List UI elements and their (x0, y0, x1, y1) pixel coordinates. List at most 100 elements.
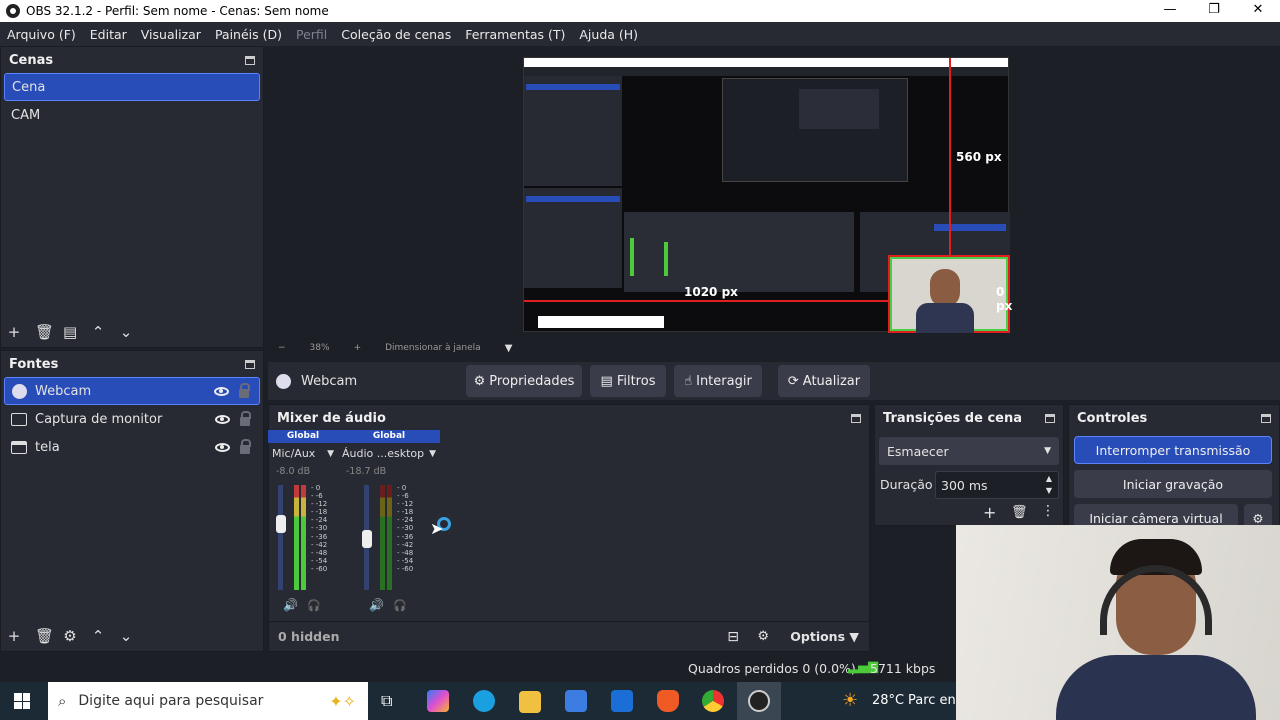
source-item[interactable]: Captura de monitor (4, 405, 260, 433)
menu-help[interactable]: Ajuda (H) (572, 27, 645, 42)
obs-logo-icon (6, 4, 20, 18)
preview-canvas[interactable]: 560 px 1020 px 0 px (523, 57, 1013, 333)
move-up-icon[interactable]: ⌃ (91, 627, 105, 645)
source-item[interactable]: Webcam (4, 377, 260, 405)
obs-taskbar-button[interactable] (737, 682, 781, 720)
dock-float-icon[interactable] (245, 359, 255, 369)
move-down-icon[interactable]: ⌄ (119, 627, 133, 645)
nested-menubar (524, 67, 1008, 76)
add-icon[interactable]: + (7, 627, 21, 645)
copilot-icon[interactable] (427, 690, 449, 712)
eye-icon[interactable] (215, 414, 230, 424)
context-bar: Webcam (268, 362, 1280, 400)
trash-icon[interactable]: 🗑 (1011, 505, 1028, 520)
trash-icon[interactable]: 🗑 (35, 323, 54, 341)
zoom-out-icon[interactable]: − (278, 343, 286, 353)
menu-file[interactable]: Arquivo (F) (0, 27, 83, 42)
trash-icon[interactable]: 🗑 (35, 627, 54, 645)
volume-slider-track[interactable] (278, 485, 283, 590)
lock-icon[interactable] (239, 382, 250, 398)
headphone-icon[interactable]: 🎧 (307, 599, 321, 612)
menu-edit[interactable]: Editar (83, 27, 134, 42)
layout-icon[interactable]: ⊟ (727, 629, 739, 645)
scene-item[interactable]: Cena (4, 73, 260, 101)
interact-button[interactable]: ☝ Interagir (674, 365, 762, 397)
chevron-down-icon[interactable]: ▼ (327, 449, 334, 459)
menu-tools[interactable]: Ferramentas (T) (458, 27, 572, 42)
dock-float-icon[interactable] (1261, 413, 1271, 423)
gear-icon[interactable]: ⚙ (63, 627, 77, 645)
fit-window-label[interactable]: Dimensionar à janela (385, 343, 481, 353)
windows-start-icon[interactable] (14, 693, 30, 709)
menu-docks[interactable]: Painéis (D) (208, 27, 289, 42)
nested-scenes (524, 76, 622, 186)
webcam-icon (12, 383, 27, 399)
lock-icon[interactable] (240, 410, 251, 426)
stop-streaming-button[interactable]: Interromper transmissão (1074, 436, 1272, 464)
options-button[interactable]: Options ▼ (790, 629, 859, 644)
task-view-icon[interactable]: ⧉ (381, 691, 392, 711)
chrome-icon[interactable] (702, 690, 724, 712)
zoom-level: 38% (309, 343, 330, 353)
outlook-icon[interactable] (611, 690, 633, 712)
menu-view[interactable]: Visualizar (134, 27, 208, 42)
volume-slider-knob[interactable] (362, 530, 372, 549)
meter-scale-tick: - -30 (397, 524, 414, 533)
maximize-button[interactable]: ❐ (1192, 0, 1236, 22)
spin-arrows-icon[interactable]: ▲ ▼ (1046, 473, 1052, 497)
meter-scale-tick: - -60 (311, 564, 328, 573)
chevron-down-icon[interactable]: ▼ (505, 343, 513, 354)
source-item[interactable]: tela (4, 433, 260, 461)
brave-icon[interactable] (657, 690, 679, 712)
eye-icon[interactable] (215, 442, 230, 452)
headphone-icon[interactable]: 🎧 (393, 599, 407, 612)
transitions-dock: Transições de cena Esmaecer ▼ Duração 30… (874, 404, 1064, 526)
webcam-source-box[interactable] (888, 255, 1010, 333)
speaker-icon[interactable]: 🔊 (283, 598, 298, 612)
add-icon[interactable]: + (7, 323, 21, 341)
store-icon[interactable] (565, 690, 587, 712)
add-icon[interactable]: + (983, 503, 996, 522)
filters-button[interactable]: ▤ Filtros (590, 365, 666, 397)
dock-float-icon[interactable] (245, 55, 255, 65)
minimize-button[interactable]: — (1148, 0, 1192, 22)
global-badge: Global (268, 430, 338, 443)
meter-scale-tick: - -18 (311, 508, 328, 517)
move-down-icon[interactable]: ⌄ (119, 323, 133, 341)
taskbar-search[interactable]: ⌕ Digite aqui para pesquisar ✦✧ (48, 682, 368, 720)
measure-label-right: 0 px (996, 285, 1013, 313)
move-up-icon[interactable]: ⌃ (91, 323, 105, 341)
refresh-button[interactable]: ⟳ Atualizar (778, 365, 870, 397)
lock-icon[interactable] (240, 438, 251, 454)
meter-scale-tick: - -54 (397, 556, 414, 565)
sources-title: Fontes (9, 356, 59, 372)
advanced-audio-icon[interactable]: ⚙ (757, 629, 769, 644)
edge-icon[interactable] (473, 690, 495, 712)
chevron-down-icon[interactable]: ▼ (429, 449, 436, 459)
properties-button[interactable]: ⚙ Propriedades (466, 365, 582, 397)
dock-float-icon[interactable] (851, 413, 861, 423)
properties-label: Propriedades (489, 373, 575, 389)
zoom-in-icon[interactable]: + (354, 343, 362, 353)
meter-scale: - 0- -6- -12- -18- -24- -30- -36- -42- -… (397, 484, 417, 573)
dock-float-icon[interactable] (1045, 413, 1055, 423)
speaker-icon[interactable]: 🔊 (369, 598, 384, 612)
scene-item[interactable]: CAM (4, 101, 260, 129)
duration-spinbox[interactable]: 300 ms ▲ ▼ (935, 471, 1059, 499)
mouse-pointer-icon: ➤ (430, 519, 444, 538)
source-label: Webcam (35, 383, 92, 399)
duration-value: 300 ms (941, 477, 988, 493)
menu-scene-collection[interactable]: Coleção de cenas (334, 27, 458, 42)
more-vertical-icon[interactable]: ⋮ (1041, 503, 1055, 519)
start-recording-button[interactable]: Iniciar gravação (1074, 470, 1272, 498)
file-explorer-icon[interactable] (519, 691, 541, 713)
close-button[interactable]: ✕ (1236, 0, 1280, 22)
scenes-title: Cenas (9, 52, 54, 68)
audio-meter (294, 485, 299, 590)
filters-icon[interactable]: ▤ (63, 323, 77, 341)
nested-search (538, 316, 664, 328)
volume-slider-knob[interactable] (276, 515, 286, 534)
menu-profile[interactable]: Perfil (289, 27, 334, 42)
transition-select[interactable]: Esmaecer ▼ (879, 437, 1059, 465)
eye-icon[interactable] (214, 386, 229, 396)
